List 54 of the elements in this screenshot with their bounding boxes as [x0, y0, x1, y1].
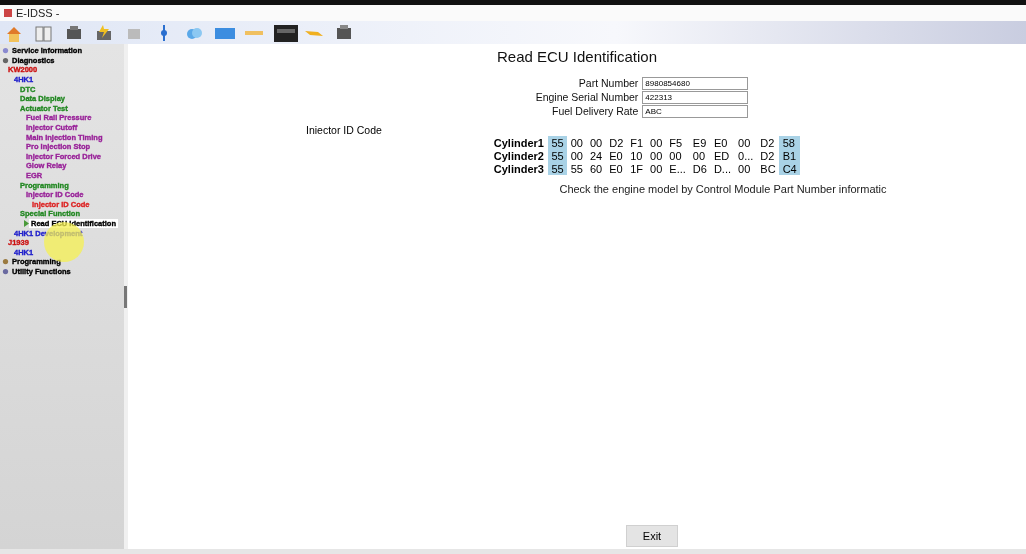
input-field[interactable]: 422313: [642, 91, 749, 104]
row-header: Cylinder1: [493, 136, 548, 149]
input-field[interactable]: ABC: [642, 105, 749, 118]
table-cell-text: E0: [608, 162, 624, 175]
table-cell-text: ED: [712, 149, 731, 162]
table-cell: 58: [779, 136, 801, 149]
table-cell: B1: [779, 149, 801, 162]
table-cell-text: 0...: [737, 149, 755, 162]
table-cell-text: 10: [629, 149, 644, 162]
table-cell: 00: [567, 136, 587, 149]
input-field[interactable]: 8980854680: [642, 77, 749, 90]
row-header: Cylinder2: [493, 149, 548, 162]
table-cell: BC: [756, 162, 780, 175]
table-cell: 55: [567, 162, 587, 175]
splitter-grip[interactable]: [124, 285, 127, 308]
table-cell-text: 00: [649, 149, 664, 162]
table-cell-text: E9: [691, 136, 708, 149]
table-cell: 00: [567, 149, 587, 162]
field-label: Fuel Delivery Rate: [551, 105, 639, 118]
field-label: Engine Serial Number: [535, 91, 639, 104]
app-icon: [4, 9, 12, 17]
table-cell: C4: [779, 162, 801, 175]
table-cell-text: 00: [737, 136, 752, 149]
table-cell-text: D6: [691, 162, 708, 175]
table-cell-text: 00: [668, 149, 683, 162]
section-label: Iniector ID Code: [306, 124, 382, 136]
table-cell: 55: [547, 149, 568, 162]
table-cell-text: E0: [608, 149, 624, 162]
table-cell: D2: [756, 136, 780, 149]
exit-button[interactable]: Exit: [626, 525, 678, 547]
page-title: Read ECU Identification: [496, 48, 658, 65]
table-cell-text: F5: [668, 136, 684, 149]
row-header: Cylinder3: [493, 162, 548, 175]
table-cell-text: 1F: [629, 162, 645, 175]
table-cell: D2: [756, 149, 780, 162]
table-cell-text: E...: [668, 162, 687, 175]
table-cell-text: D...: [712, 162, 733, 175]
table-cell-text: D2: [608, 136, 625, 149]
table-cell: 55: [547, 136, 568, 149]
table-cell-text: F1: [629, 136, 645, 149]
device-icon[interactable]: [274, 22, 298, 43]
table-cell-text: E0: [712, 136, 729, 149]
table-cell-text: 00: [737, 162, 752, 175]
window-title: E-IDSS -: [16, 7, 60, 19]
field-label: Part Number: [577, 77, 639, 90]
table-cell-text: 00: [649, 136, 664, 149]
table-cell-text: 60: [588, 162, 604, 175]
table-cell-text: 00: [649, 162, 664, 175]
table-cell: 55: [547, 162, 568, 175]
table-cell-text: 00: [691, 149, 707, 162]
table-cell-text: 00: [588, 136, 604, 149]
table-cell-text: 24: [588, 149, 604, 162]
selection-arrow-icon: [24, 220, 29, 227]
info-text: Check the engine model by Control Module Part Number informatic: [559, 183, 887, 195]
